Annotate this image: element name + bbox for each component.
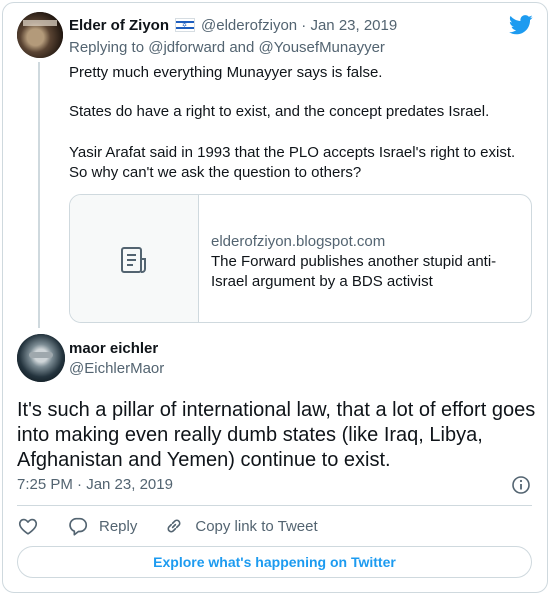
parent-tweet-line-3: Yasir Arafat said in 1993 that the PLO a… (69, 144, 516, 161)
reply-button[interactable]: Reply (67, 515, 137, 537)
link-domain: elderofziyon.blogspot.com (211, 233, 386, 250)
thread-connector-line (38, 62, 40, 328)
document-icon (121, 246, 146, 273)
link-preview-card[interactable]: elderofziyon.blogspot.com The Forward pu… (69, 194, 532, 323)
like-button[interactable] (17, 515, 39, 537)
israel-flag-icon: ✡ (175, 18, 196, 32)
info-icon[interactable] (511, 475, 531, 495)
tweet-actions: Reply Copy link to Tweet (17, 514, 318, 538)
parent-tweet-line-4: So why can't we ask the question to othe… (69, 164, 362, 181)
main-author-handle[interactable]: @EichlerMaor (69, 360, 164, 377)
parent-tweet-line-2: States do have a right to exist, and the… (69, 103, 490, 120)
mention-jdforward[interactable]: @jdforward (148, 39, 225, 56)
main-tweet-text: It's such a pillar of international law,… (17, 399, 536, 471)
main-tweet-timestamp[interactable]: 7:25 PM · Jan 23, 2019 (17, 476, 173, 493)
avatar-elder-of-ziyon[interactable] (17, 12, 63, 58)
copy-link-button[interactable]: Copy link to Tweet (163, 515, 318, 537)
parent-tweet-line-1: Pretty much everything Munayyer says is … (69, 64, 383, 81)
link-thumbnail (70, 195, 199, 322)
parent-tweet-date[interactable]: Jan 23, 2019 (310, 17, 397, 34)
parent-tweet-header: Elder of Ziyon ✡ @elderofziyon · Jan 23,… (69, 15, 397, 35)
explore-twitter-button[interactable]: Explore what's happening on Twitter (17, 546, 532, 578)
heart-icon (18, 518, 38, 535)
reply-label: Reply (99, 517, 138, 535)
main-author-name[interactable]: maor eichler (69, 340, 158, 357)
parent-author-handle[interactable]: @elderofziyon (201, 17, 297, 34)
replying-to-line: Replying to @jdforward and @YousefMunayy… (69, 39, 385, 56)
header-separator: · (301, 16, 307, 34)
link-icon (167, 519, 181, 533)
copy-link-label: Copy link to Tweet (195, 517, 318, 535)
reply-icon (69, 517, 88, 536)
avatar-maor-eichler[interactable] (17, 334, 65, 382)
twitter-bird-icon[interactable] (509, 15, 533, 35)
divider (17, 505, 532, 506)
mention-yousefmunayyer[interactable]: @YousefMunayyer (259, 39, 385, 56)
parent-author-name[interactable]: Elder of Ziyon (69, 17, 169, 34)
link-title: The Forward publishes another stupid ant… (211, 253, 497, 290)
